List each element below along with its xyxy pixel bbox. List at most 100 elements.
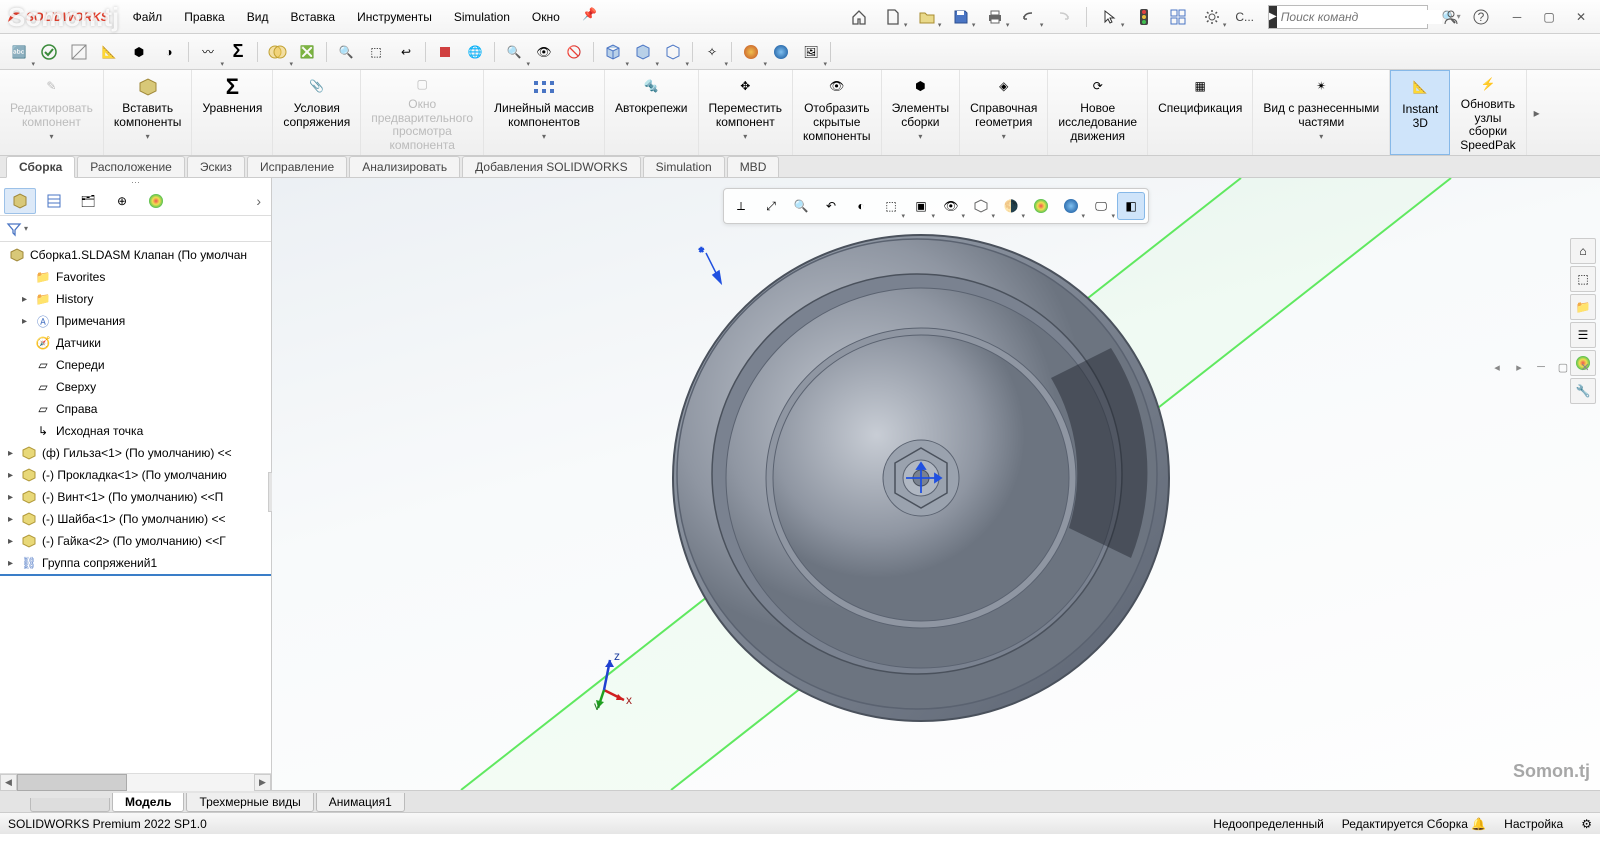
tab-simulation[interactable]: Simulation	[643, 156, 725, 177]
motion-tab-model[interactable]: Модель	[112, 793, 184, 812]
menu-window[interactable]: Окно	[522, 6, 570, 28]
ribbon-linear-pattern[interactable]: Линейный массив компонентов▾	[484, 70, 605, 155]
search-box[interactable]: ▶ 🔍 ▾	[1268, 5, 1428, 29]
tab-layout[interactable]: Расположение	[77, 156, 185, 177]
motion-tab-anim1[interactable]: Анимация1	[316, 793, 405, 812]
tab-addins[interactable]: Добавления SOLIDWORKS	[462, 156, 641, 177]
hud-screen[interactable]: 🖵▾	[1087, 192, 1115, 220]
print-button[interactable]: ▾	[980, 4, 1010, 30]
select-button[interactable]: ▾	[1095, 4, 1125, 30]
redo-button[interactable]	[1048, 4, 1078, 30]
tab-mbd[interactable]: MBD	[727, 156, 780, 177]
tb2-sigma-icon[interactable]: Σ	[223, 37, 253, 67]
tree-history[interactable]: ▸📁History	[0, 288, 271, 310]
tb2-box2-icon[interactable]: ▾	[628, 37, 658, 67]
property-tab[interactable]	[38, 188, 70, 214]
tb2-search-icon[interactable]: 🔍▾	[499, 37, 529, 67]
tree-filter[interactable]: ▾	[0, 216, 271, 242]
undo-button[interactable]: ▾	[1014, 4, 1044, 30]
hud-section[interactable]: ◐	[847, 192, 875, 220]
hud-view-orient[interactable]: ⬚▾	[877, 192, 905, 220]
ribbon-mates[interactable]: 📎Условия сопряжения	[273, 70, 361, 155]
tb2-clearance-icon[interactable]: ❎	[292, 37, 322, 67]
tb2-measure-icon[interactable]: 📐	[94, 37, 124, 67]
model-canvas[interactable]: *	[272, 178, 1600, 790]
tree-root[interactable]: Сборка1.SLDASM Клапан (По умолчан	[0, 244, 271, 266]
tree-right-plane[interactable]: ▱Справа	[0, 398, 271, 420]
tab-analyze[interactable]: Анализировать	[349, 156, 460, 177]
tab-evaluate[interactable]: Исправление	[247, 156, 347, 177]
tb2-draft-icon[interactable]	[64, 37, 94, 67]
pin-icon[interactable]: 📌	[582, 6, 598, 22]
close-button[interactable]: ✕	[1568, 4, 1594, 30]
tb2-interfere-icon[interactable]: ▾	[262, 37, 292, 67]
task-home[interactable]: ⌂	[1570, 238, 1596, 264]
status-customize[interactable]: Настройка	[1504, 817, 1563, 831]
save-button[interactable]: ▾	[946, 4, 976, 30]
tb2-appear1-icon[interactable]: ▾	[736, 37, 766, 67]
menu-edit[interactable]: Правка	[174, 6, 235, 28]
doc-prev[interactable]: ◂	[1488, 358, 1506, 376]
config-tab[interactable]: 🗂	[72, 188, 104, 214]
tb2-mass-icon[interactable]: ⬢	[124, 37, 154, 67]
ribbon-bom[interactable]: ▦Спецификация	[1148, 70, 1253, 155]
view-triad[interactable]: x y z	[582, 650, 632, 710]
tree-part-gaika[interactable]: ▸(-) Гайка<2> (По умолчанию) <<Г	[0, 530, 271, 552]
scroll-thumb[interactable]	[17, 774, 127, 791]
tree-part-gilza[interactable]: ▸(ф) Гильза<1> (По умолчанию) <<	[0, 442, 271, 464]
manager-more[interactable]: ›	[250, 193, 267, 209]
hud-appearance[interactable]	[1027, 192, 1055, 220]
tab-sketch[interactable]: Эскиз	[187, 156, 245, 177]
search-input[interactable]	[1277, 10, 1442, 24]
home-button[interactable]	[844, 4, 874, 30]
tb2-zoomfit-icon[interactable]: 🔍	[331, 37, 361, 67]
task-custom[interactable]: 🔧	[1570, 378, 1596, 404]
tree-part-vint[interactable]: ▸(-) Винт<1> (По умолчанию) <<П	[0, 486, 271, 508]
tb2-zoomarea-icon[interactable]: ⬚	[361, 37, 391, 67]
ribbon-show-hidden[interactable]: 👁Отобразить скрытые компоненты	[793, 70, 882, 155]
tree-annotations[interactable]: ▸ⒶПримечания	[0, 310, 271, 332]
scroll-left[interactable]: ◀	[0, 774, 17, 791]
scroll-track[interactable]	[17, 774, 254, 791]
sidebar-scrollbar[interactable]: ◀ ▶	[0, 773, 271, 790]
ribbon-insert-components[interactable]: Вставить компоненты▾	[104, 70, 193, 155]
tb2-abc-icon[interactable]: 🔤▾	[4, 37, 34, 67]
tb2-curve-icon[interactable]: 〰▾	[193, 37, 223, 67]
ribbon-motion-study[interactable]: ⟳Новое исследование движения	[1048, 70, 1148, 155]
tb2-globe-icon[interactable]: 🌐	[460, 37, 490, 67]
hud-render[interactable]: ▾	[1057, 192, 1085, 220]
tree-mate-group[interactable]: ▸⛓Группа сопряжений1	[0, 552, 271, 576]
ribbon-speedpak[interactable]: ⚡Обновить узлы сборки SpeedPak	[1450, 70, 1526, 155]
menu-simulation[interactable]: Simulation	[444, 6, 520, 28]
tb2-show-icon[interactable]: 👁	[529, 37, 559, 67]
menu-tools[interactable]: Инструменты	[347, 6, 442, 28]
tree-part-prokladka[interactable]: ▸(-) Прокладка<1> (По умолчанию	[0, 464, 271, 486]
hud-normal-to[interactable]: ⟂	[727, 192, 755, 220]
motion-tab-3dviews[interactable]: Трехмерные виды	[186, 793, 313, 812]
tb2-hide-icon[interactable]: 🚫	[559, 37, 589, 67]
traffic-light-icon[interactable]	[1129, 4, 1159, 30]
tree-favorites[interactable]: 📁Favorites	[0, 266, 271, 288]
tb2-section-icon[interactable]: ◑	[154, 37, 184, 67]
tree-sensors[interactable]: 🧭Датчики	[0, 332, 271, 354]
hud-display-style[interactable]: ▣▾	[907, 192, 935, 220]
hud-zoom-fit[interactable]: ⤢	[757, 192, 785, 220]
ribbon-move-component[interactable]: ✥Переместить компонент▾	[699, 70, 794, 155]
3d-viewport[interactable]: * x y z ⟂ ⤢ 🔍 ↶ ◐ ⬚▾ ▣▾ 👁▾ ▾ 🌗▾ ▾ 🖵▾	[272, 178, 1600, 790]
ribbon-exploded-view[interactable]: ✴Вид с разнесенными частями▾	[1253, 70, 1390, 155]
rebuild-button[interactable]	[1163, 4, 1193, 30]
tb2-stop-icon[interactable]	[430, 37, 460, 67]
minimize-button[interactable]: ─	[1504, 4, 1530, 30]
tb2-prev-view-icon[interactable]: ↩	[391, 37, 421, 67]
help-icon[interactable]: ?	[1466, 4, 1496, 30]
tb2-axis-icon[interactable]: ✧▾	[697, 37, 727, 67]
tree-front-plane[interactable]: ▱Спереди	[0, 354, 271, 376]
task-library[interactable]: ⬚	[1570, 266, 1596, 292]
hud-zoom-area[interactable]: 🔍	[787, 192, 815, 220]
hud-prev-view[interactable]: ↶	[817, 192, 845, 220]
dim-tab[interactable]: ⊕	[106, 188, 138, 214]
tb2-box1-icon[interactable]: ▾	[598, 37, 628, 67]
menu-insert[interactable]: Вставка	[280, 6, 345, 28]
ribbon-equations[interactable]: ΣУравнения	[192, 70, 273, 155]
hud-edit-appearance[interactable]: ▾	[967, 192, 995, 220]
